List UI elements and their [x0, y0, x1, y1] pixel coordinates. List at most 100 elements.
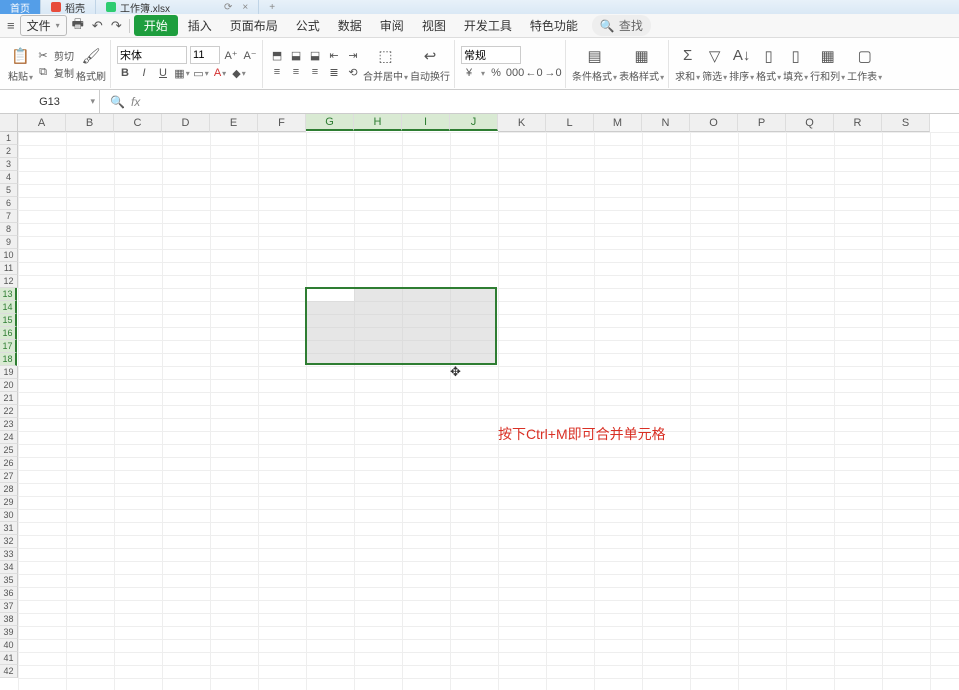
- increase-font-icon[interactable]: A⁺: [223, 47, 239, 63]
- row-header-32[interactable]: 32: [0, 535, 18, 548]
- undo-icon[interactable]: ↶: [89, 18, 106, 34]
- cells-area[interactable]: ✥ 按下Ctrl+M即可合并单元格: [18, 132, 959, 690]
- col-header-O[interactable]: O: [690, 114, 738, 132]
- row-header-3[interactable]: 3: [0, 158, 18, 171]
- menu-file[interactable]: 文件▾: [20, 15, 67, 36]
- tab-daoke[interactable]: 稻壳: [41, 0, 96, 14]
- hamburger-icon[interactable]: ≡: [4, 18, 18, 33]
- row-header-27[interactable]: 27: [0, 470, 18, 483]
- col-header-N[interactable]: N: [642, 114, 690, 132]
- bold-button[interactable]: B: [117, 65, 133, 81]
- col-header-G[interactable]: G: [306, 114, 354, 131]
- row-header-18[interactable]: 18: [0, 353, 17, 366]
- close-icon[interactable]: ×: [242, 2, 248, 13]
- select-all-corner[interactable]: [0, 114, 18, 132]
- col-header-E[interactable]: E: [210, 114, 258, 132]
- border-button[interactable]: ▦▾: [174, 65, 190, 81]
- spreadsheet-grid[interactable]: ABCDEFGHIJKLMNOPQRS 12345678910111213141…: [0, 114, 959, 690]
- row-header-34[interactable]: 34: [0, 561, 18, 574]
- row-header-14[interactable]: 14: [0, 301, 17, 314]
- menu-special[interactable]: 特色功能: [522, 15, 586, 36]
- format-painter-button[interactable]: 🖌 格式刷: [76, 45, 106, 83]
- decrease-font-icon[interactable]: A⁻: [242, 47, 258, 63]
- search-box[interactable]: 🔍查找: [592, 15, 651, 36]
- menu-view[interactable]: 视图: [414, 15, 454, 36]
- cancel-icon[interactable]: 🔍: [110, 95, 125, 109]
- reload-icon[interactable]: ⟳: [224, 2, 232, 13]
- col-header-R[interactable]: R: [834, 114, 882, 132]
- align-left-icon[interactable]: ≡: [269, 64, 285, 80]
- row-header-35[interactable]: 35: [0, 574, 18, 587]
- worksheet-button[interactable]: ▢工作表▾: [847, 45, 882, 83]
- row-header-23[interactable]: 23: [0, 418, 18, 431]
- name-box[interactable]: G13▾: [0, 90, 100, 113]
- font-size-select[interactable]: [190, 46, 220, 64]
- row-header-28[interactable]: 28: [0, 483, 18, 496]
- menu-review[interactable]: 审阅: [372, 15, 412, 36]
- align-bottom-icon[interactable]: ⬓: [307, 47, 323, 63]
- dec-decimal-button[interactable]: →0: [545, 65, 561, 81]
- menu-formula[interactable]: 公式: [288, 15, 328, 36]
- col-header-C[interactable]: C: [114, 114, 162, 132]
- tab-workbook[interactable]: 工作簿.xlsx ⟳ ×: [96, 0, 259, 14]
- menu-pagelayout[interactable]: 页面布局: [222, 15, 286, 36]
- format-button[interactable]: ▯格式▾: [756, 45, 781, 83]
- merge-center-button[interactable]: ⬚ 合并居中▾: [363, 45, 408, 83]
- new-tab-button[interactable]: +: [259, 0, 285, 14]
- row-header-26[interactable]: 26: [0, 457, 18, 470]
- formula-input[interactable]: [150, 90, 959, 113]
- row-header-7[interactable]: 7: [0, 210, 18, 223]
- rowcol-button[interactable]: ▦行和列▾: [810, 45, 845, 83]
- row-header-31[interactable]: 31: [0, 522, 18, 535]
- col-header-P[interactable]: P: [738, 114, 786, 132]
- align-top-icon[interactable]: ⬒: [269, 47, 285, 63]
- row-header-2[interactable]: 2: [0, 145, 18, 158]
- number-format-select[interactable]: [461, 46, 521, 64]
- row-header-40[interactable]: 40: [0, 639, 18, 652]
- print-icon[interactable]: 🖶: [69, 15, 87, 37]
- row-header-36[interactable]: 36: [0, 587, 18, 600]
- row-header-41[interactable]: 41: [0, 652, 18, 665]
- paste-button[interactable]: 📋 粘贴▾: [8, 45, 33, 83]
- percent-button[interactable]: %: [488, 65, 504, 81]
- tab-home[interactable]: 首页: [0, 0, 41, 14]
- indent-inc-icon[interactable]: ⇥: [345, 47, 361, 63]
- currency-button[interactable]: ¥: [461, 65, 477, 81]
- row-header-30[interactable]: 30: [0, 509, 18, 522]
- row-header-39[interactable]: 39: [0, 626, 18, 639]
- highlight-button[interactable]: ◆▾: [231, 65, 247, 81]
- col-header-H[interactable]: H: [354, 114, 402, 131]
- col-header-L[interactable]: L: [546, 114, 594, 132]
- cut-button[interactable]: ✂剪切: [35, 47, 74, 63]
- row-header-19[interactable]: 19: [0, 366, 18, 379]
- row-header-24[interactable]: 24: [0, 431, 18, 444]
- inc-decimal-button[interactable]: ←0: [526, 65, 542, 81]
- row-header-1[interactable]: 1: [0, 132, 18, 145]
- row-header-37[interactable]: 37: [0, 600, 18, 613]
- align-center-icon[interactable]: ≡: [288, 64, 304, 80]
- indent-dec-icon[interactable]: ⇤: [326, 47, 342, 63]
- col-header-A[interactable]: A: [18, 114, 66, 132]
- row-header-11[interactable]: 11: [0, 262, 18, 275]
- row-header-38[interactable]: 38: [0, 613, 18, 626]
- justify-icon[interactable]: ≣: [326, 64, 342, 80]
- col-header-K[interactable]: K: [498, 114, 546, 132]
- redo-icon[interactable]: ↷: [108, 18, 125, 34]
- col-header-S[interactable]: S: [882, 114, 930, 132]
- row-header-8[interactable]: 8: [0, 223, 18, 236]
- sum-button[interactable]: Σ求和▾: [675, 45, 700, 83]
- row-header-33[interactable]: 33: [0, 548, 18, 561]
- row-header-13[interactable]: 13: [0, 288, 17, 301]
- col-header-D[interactable]: D: [162, 114, 210, 132]
- align-right-icon[interactable]: ≡: [307, 64, 323, 80]
- row-header-25[interactable]: 25: [0, 444, 18, 457]
- row-header-29[interactable]: 29: [0, 496, 18, 509]
- cond-format-button[interactable]: ▤条件格式▾: [572, 45, 617, 83]
- wrap-text-button[interactable]: ↩ 自动换行: [410, 45, 450, 83]
- row-header-12[interactable]: 12: [0, 275, 18, 288]
- italic-button[interactable]: I: [136, 65, 152, 81]
- menu-devtools[interactable]: 开发工具: [456, 15, 520, 36]
- copy-button[interactable]: ⧉复制: [35, 64, 74, 80]
- align-middle-icon[interactable]: ⬓: [288, 47, 304, 63]
- row-header-21[interactable]: 21: [0, 392, 18, 405]
